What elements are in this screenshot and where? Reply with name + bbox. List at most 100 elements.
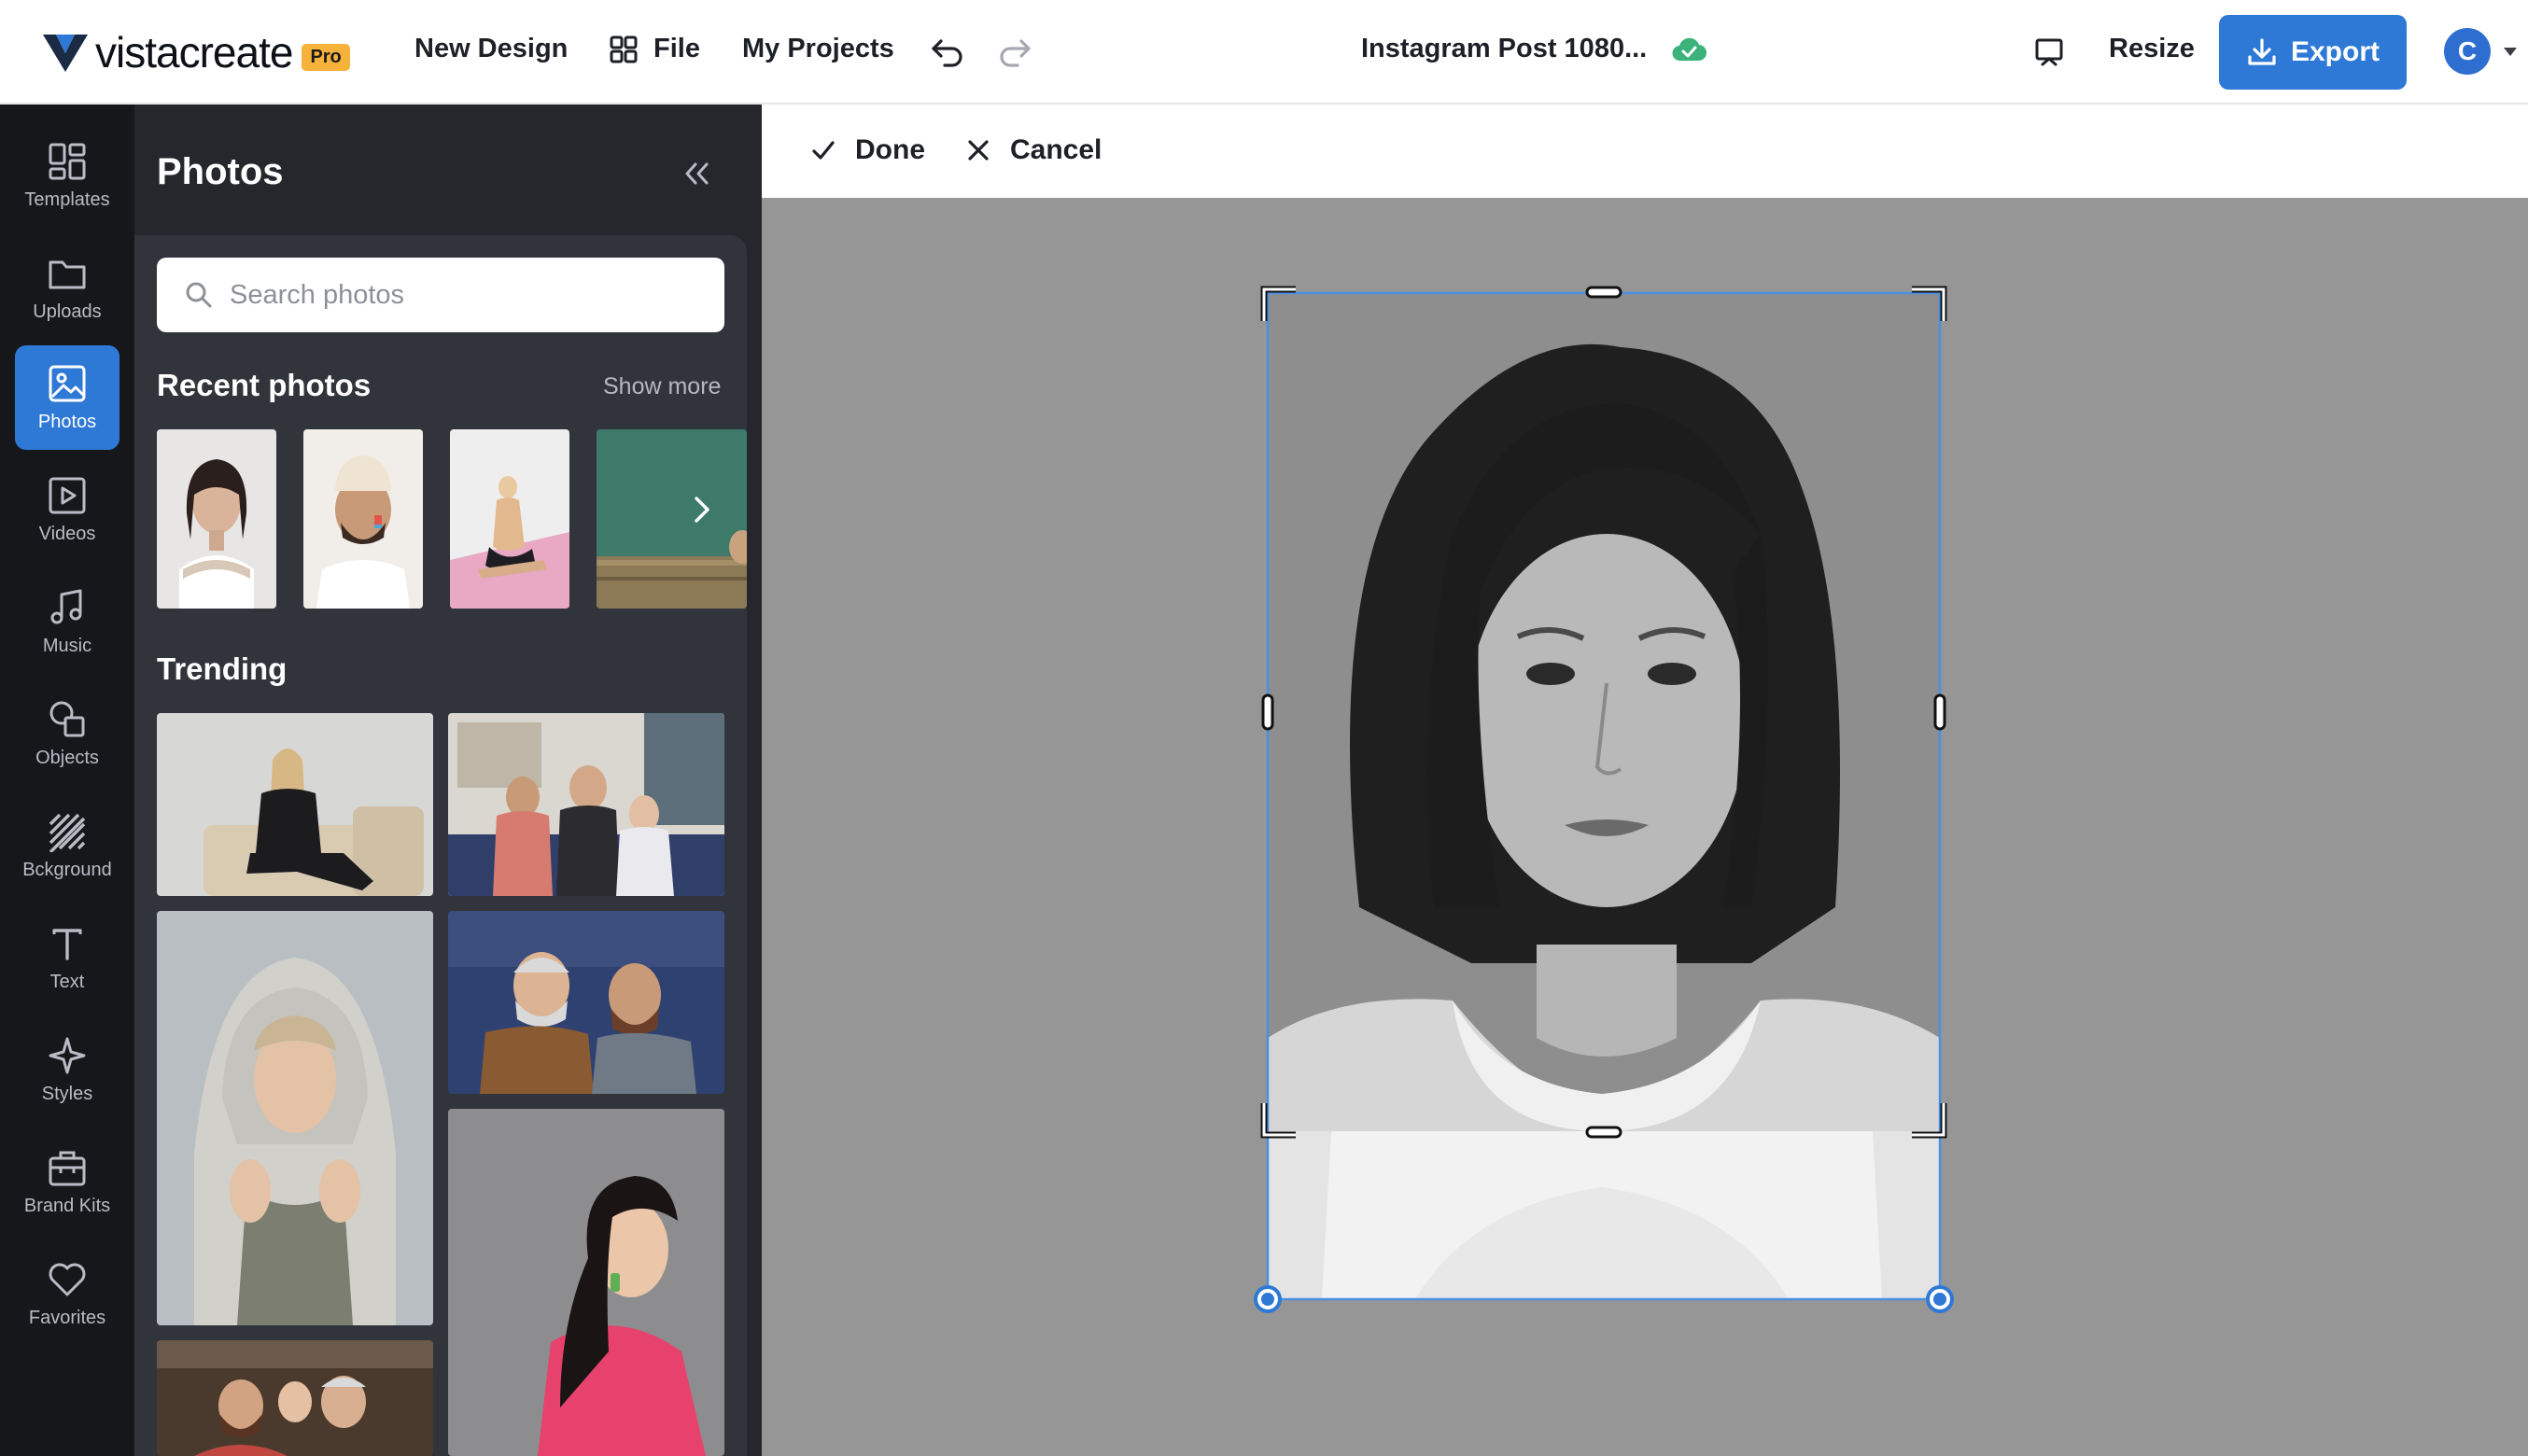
document-title-text: Instagram Post 1080... (1361, 34, 1648, 63)
folder-icon (49, 260, 86, 288)
undo-icon (932, 39, 962, 67)
rail-item-objects[interactable]: Objects (15, 681, 119, 786)
trending-photo-2[interactable] (448, 713, 724, 896)
redo-button[interactable] (993, 32, 1036, 73)
woman-pink-sweater-image (448, 1109, 724, 1456)
rail-item-brand-kits[interactable]: Brand Kits (15, 1129, 119, 1234)
new-design-menu[interactable]: New Design (414, 34, 568, 64)
rail-item-styles[interactable]: Styles (15, 1017, 119, 1122)
text-icon (52, 928, 82, 960)
present-button[interactable] (2028, 32, 2071, 73)
logo-mark-icon (43, 35, 88, 72)
rail-item-videos[interactable]: Videos (15, 457, 119, 562)
trending-photo-5[interactable] (448, 1109, 724, 1456)
file-label: File (653, 34, 700, 63)
my-projects-menu[interactable]: My Projects (742, 34, 894, 64)
rail-item-favorites[interactable]: Favorites (15, 1241, 119, 1346)
rail-item-templates[interactable]: Templates (15, 123, 119, 228)
rail-label: Music (42, 635, 92, 656)
recent-photo-2[interactable] (303, 429, 423, 609)
trending-photo-4[interactable] (448, 911, 724, 1094)
rail-item-uploads[interactable]: Uploads (15, 235, 119, 340)
collapse-panel-button[interactable] (680, 157, 713, 190)
rail-label: Photos (37, 411, 97, 432)
resize-button[interactable]: Resize (2109, 34, 2195, 64)
shapes-icon (49, 701, 85, 736)
crop-handle-left[interactable] (1261, 693, 1274, 731)
double-chevron-left-icon (685, 162, 709, 185)
crop-toolbar: Done Cancel (762, 105, 2528, 198)
rail-label: Videos (38, 523, 96, 544)
cancel-button[interactable]: Cancel (965, 134, 1102, 166)
rail-item-text[interactable]: Text (15, 905, 119, 1010)
family-group-image (157, 1340, 433, 1456)
presentation-icon (2035, 38, 2063, 66)
panel-content: Recent photos Show more (134, 235, 747, 1456)
done-button[interactable]: Done (810, 134, 925, 166)
rail-label: Objects (35, 747, 99, 768)
export-button[interactable]: Export (2219, 15, 2407, 90)
trending-photo-3[interactable] (157, 911, 433, 1325)
rail-label: Favorites (28, 1307, 106, 1328)
image-icon (49, 365, 86, 401)
briefcase-icon (49, 1151, 86, 1185)
search-icon (186, 282, 212, 308)
close-icon (968, 140, 989, 161)
rail-item-photos[interactable]: Photos (15, 345, 119, 450)
heart-icon (49, 1263, 86, 1295)
search-box[interactable] (157, 258, 724, 332)
design-canvas[interactable] (762, 198, 2528, 1456)
crop-handle-top[interactable] (1585, 286, 1622, 299)
trending-photo-6[interactable] (157, 1340, 433, 1456)
hatch-icon (49, 813, 86, 852)
left-rail: Templates Uploads Photos Videos Music Ob… (0, 105, 134, 1456)
green-wall-image (597, 429, 747, 609)
rail-item-music[interactable]: Music (15, 569, 119, 674)
yoga-pose-image (450, 429, 569, 609)
document-title[interactable]: Instagram Post 1080... (1361, 34, 1707, 64)
grid-icon (610, 35, 638, 63)
export-label: Export (2290, 36, 2380, 67)
rail-item-background[interactable]: Bckground (15, 793, 119, 898)
rail-label: Brand Kits (23, 1195, 111, 1216)
check-icon (812, 141, 835, 160)
woman-in-hoodie-image (157, 911, 433, 1325)
file-menu[interactable]: File (609, 34, 700, 64)
templates-icon (49, 143, 86, 179)
redo-icon (1000, 39, 1031, 67)
top-bar: vistacreate Pro New Design File My Proje… (0, 0, 2528, 105)
trending-photo-1[interactable] (157, 713, 433, 896)
logo-text: vistacreate (95, 28, 293, 77)
avatar[interactable]: C (2444, 28, 2491, 75)
recent-photo-4[interactable] (597, 429, 747, 609)
cropped-portrait-image (1268, 293, 1940, 1131)
rail-label: Text (49, 971, 85, 992)
recent-photo-1[interactable] (157, 429, 276, 609)
crop-handle-bottom[interactable] (1585, 1126, 1622, 1139)
woman-on-armchair-image (157, 713, 433, 896)
sparkle-icon (49, 1037, 86, 1073)
recent-photo-3[interactable] (450, 429, 569, 609)
rail-label: Uploads (33, 301, 102, 322)
undo-button[interactable] (926, 32, 969, 73)
chevron-right-icon (695, 497, 709, 523)
done-label: Done (855, 134, 925, 165)
rail-label: Templates (24, 189, 110, 210)
show-more-link[interactable]: Show more (603, 373, 721, 400)
chevron-down-icon[interactable] (2502, 45, 2519, 58)
cloud-saved-icon (1672, 37, 1707, 61)
search-input[interactable] (230, 279, 715, 311)
vistacreate-logo[interactable]: vistacreate Pro (41, 24, 350, 80)
panel-title: Photos (157, 151, 284, 192)
family-on-sofa-image (448, 713, 724, 896)
photos-panel: Photos Recent photos Show more (134, 105, 762, 1456)
cancel-label: Cancel (1010, 134, 1102, 165)
crop-workspace (1254, 286, 1954, 1313)
rail-label: Bckground (22, 859, 112, 880)
download-icon (2248, 38, 2276, 65)
portrait-image (157, 429, 276, 609)
recent-next-button[interactable] (681, 489, 722, 530)
play-icon (49, 477, 86, 513)
crop-handle-right[interactable] (1933, 693, 1946, 731)
smiling-man-image (303, 429, 423, 609)
